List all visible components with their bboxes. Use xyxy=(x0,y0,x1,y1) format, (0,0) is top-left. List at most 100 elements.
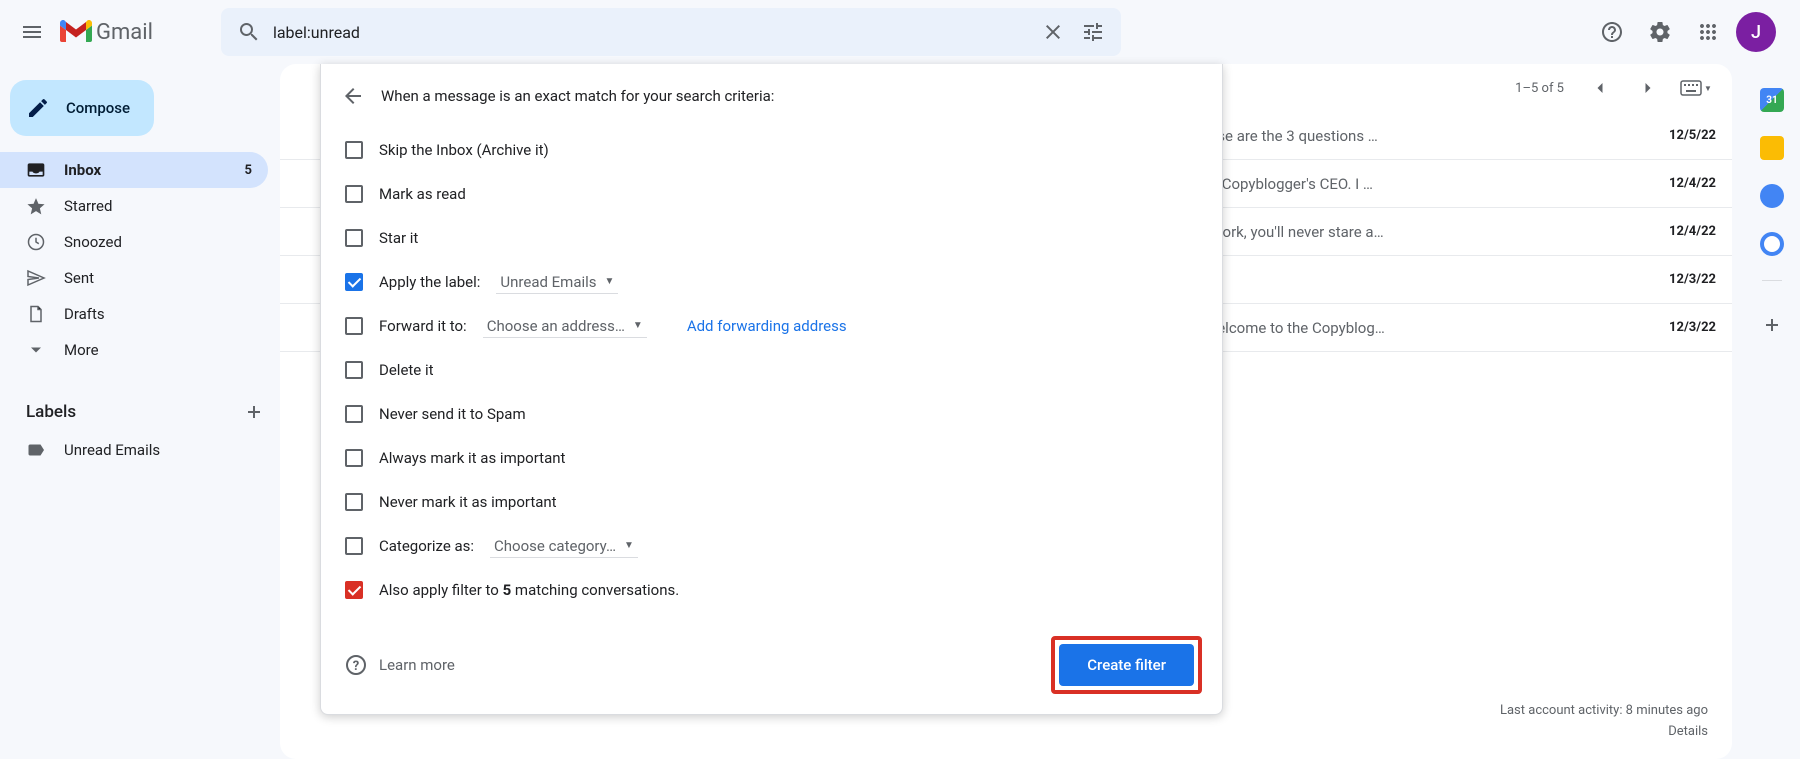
learn-more-link[interactable]: ? Learn more xyxy=(345,654,455,676)
plus-icon[interactable] xyxy=(244,402,264,422)
inbox-count: 5 xyxy=(245,163,252,178)
page-count: 1–5 of 5 xyxy=(1515,81,1564,96)
chevron-down-icon: ▼ xyxy=(624,540,634,551)
option-label: Forward it to: xyxy=(379,317,467,335)
send-icon xyxy=(26,268,46,288)
dropdown-value: Choose category… xyxy=(494,537,616,555)
footer: Last account activity: 8 minutes ago Det… xyxy=(1500,701,1708,743)
search-bar xyxy=(221,8,1121,56)
star-icon xyxy=(26,196,46,216)
category-dropdown[interactable]: Choose category… ▼ xyxy=(490,535,638,558)
settings-button[interactable] xyxy=(1640,12,1680,52)
divider xyxy=(1762,280,1782,281)
option-mark-read[interactable]: Mark as read xyxy=(341,172,1202,216)
checkbox[interactable] xyxy=(345,185,363,203)
keep-app-icon[interactable] xyxy=(1760,136,1784,160)
checkbox[interactable] xyxy=(345,537,363,555)
sidebar-item-starred[interactable]: Starred xyxy=(0,188,268,224)
option-never-spam[interactable]: Never send it to Spam xyxy=(341,392,1202,436)
keyboard-icon xyxy=(1680,80,1702,96)
option-label: Mark as read xyxy=(379,185,466,203)
inbox-icon xyxy=(26,160,46,180)
option-forward[interactable]: Forward it to: Choose an address… ▼ Add … xyxy=(341,304,1202,348)
option-apply-label[interactable]: Apply the label: Unread Emails ▼ xyxy=(341,260,1202,304)
sidebar-item-sent[interactable]: Sent xyxy=(0,260,268,296)
gear-icon xyxy=(1648,20,1672,44)
add-apps-button[interactable] xyxy=(1752,305,1792,345)
option-label: Delete it xyxy=(379,361,434,379)
search-input[interactable] xyxy=(269,23,1033,42)
compose-label: Compose xyxy=(66,99,130,117)
option-label: Categorize as: xyxy=(379,537,474,555)
sidebar-item-inbox[interactable]: Inbox 5 xyxy=(0,152,268,188)
popup-footer: ? Learn more Create filter xyxy=(341,636,1202,694)
checkbox[interactable] xyxy=(345,361,363,379)
label-text: Unread Emails xyxy=(64,441,160,459)
main-menu-button[interactable] xyxy=(8,8,56,56)
labels-heading: Labels xyxy=(0,392,280,432)
nav-label: Snoozed xyxy=(64,233,122,251)
back-button[interactable] xyxy=(341,84,365,108)
nav-label: Inbox xyxy=(64,161,101,179)
option-categorize[interactable]: Categorize as: Choose category… ▼ xyxy=(341,524,1202,568)
input-tools-button[interactable]: ▼ xyxy=(1676,68,1716,108)
chevron-down-icon: ▼ xyxy=(633,320,643,331)
activity-text: Last account activity: 8 minutes ago xyxy=(1500,701,1708,722)
hamburger-icon xyxy=(20,20,44,44)
gmail-logo-icon xyxy=(60,20,92,44)
chevron-down-icon xyxy=(26,340,46,360)
contacts-app-icon[interactable] xyxy=(1760,232,1784,256)
tune-icon xyxy=(1081,20,1105,44)
option-delete-it[interactable]: Delete it xyxy=(341,348,1202,392)
option-star-it[interactable]: Star it xyxy=(341,216,1202,260)
option-label: Star it xyxy=(379,229,418,247)
search-options-button[interactable] xyxy=(1073,12,1113,52)
checkbox[interactable] xyxy=(345,405,363,423)
apps-button[interactable] xyxy=(1688,12,1728,52)
next-page-button[interactable] xyxy=(1628,68,1668,108)
nav-label: Starred xyxy=(64,197,112,215)
support-button[interactable] xyxy=(1592,12,1632,52)
account-avatar[interactable]: J xyxy=(1736,12,1776,52)
sidebar-item-more[interactable]: More xyxy=(0,332,268,368)
compose-button[interactable]: Compose xyxy=(10,80,154,136)
option-always-important[interactable]: Always mark it as important xyxy=(341,436,1202,480)
nav-label: Drafts xyxy=(64,305,105,323)
add-forwarding-link[interactable]: Add forwarding address xyxy=(687,317,847,335)
apps-icon xyxy=(1696,20,1720,44)
prev-page-button[interactable] xyxy=(1580,68,1620,108)
label-dropdown[interactable]: Unread Emails ▼ xyxy=(496,271,618,294)
checkbox[interactable] xyxy=(345,449,363,467)
sidebar: Compose Inbox 5 Starred Snoozed Sent Dra… xyxy=(0,64,280,468)
clear-search-button[interactable] xyxy=(1033,12,1073,52)
checkbox-checked-highlighted[interactable] xyxy=(345,581,363,599)
checkbox[interactable] xyxy=(345,317,363,335)
checkbox[interactable] xyxy=(345,229,363,247)
mail-date: 12/4/22 xyxy=(1636,176,1716,191)
label-unread-emails[interactable]: Unread Emails xyxy=(0,432,280,468)
details-link[interactable]: Details xyxy=(1668,724,1708,739)
popup-title: When a message is an exact match for you… xyxy=(381,87,774,105)
mail-date: 12/4/22 xyxy=(1636,224,1716,239)
checkbox-checked[interactable] xyxy=(345,273,363,291)
checkbox[interactable] xyxy=(345,493,363,511)
filter-create-popup: When a message is an exact match for you… xyxy=(320,64,1223,715)
labels-heading-text: Labels xyxy=(26,402,76,422)
option-never-important[interactable]: Never mark it as important xyxy=(341,480,1202,524)
calendar-app-icon[interactable]: 31 xyxy=(1760,88,1784,112)
gmail-logo[interactable]: Gmail xyxy=(56,20,161,45)
checkbox[interactable] xyxy=(345,141,363,159)
tasks-app-icon[interactable] xyxy=(1760,184,1784,208)
label-icon xyxy=(26,440,46,460)
option-label: Also apply filter to 5 matching conversa… xyxy=(379,581,679,599)
create-filter-button[interactable]: Create filter xyxy=(1059,644,1194,686)
search-button[interactable] xyxy=(229,12,269,52)
pencil-icon xyxy=(26,96,50,120)
option-also-apply[interactable]: Also apply filter to 5 matching conversa… xyxy=(341,568,1202,612)
option-label: Skip the Inbox (Archive it) xyxy=(379,141,549,159)
chevron-right-icon xyxy=(1638,78,1658,98)
sidebar-item-snoozed[interactable]: Snoozed xyxy=(0,224,268,260)
sidebar-item-drafts[interactable]: Drafts xyxy=(0,296,268,332)
forward-dropdown[interactable]: Choose an address… ▼ xyxy=(483,315,647,338)
option-skip-inbox[interactable]: Skip the Inbox (Archive it) xyxy=(341,128,1202,172)
